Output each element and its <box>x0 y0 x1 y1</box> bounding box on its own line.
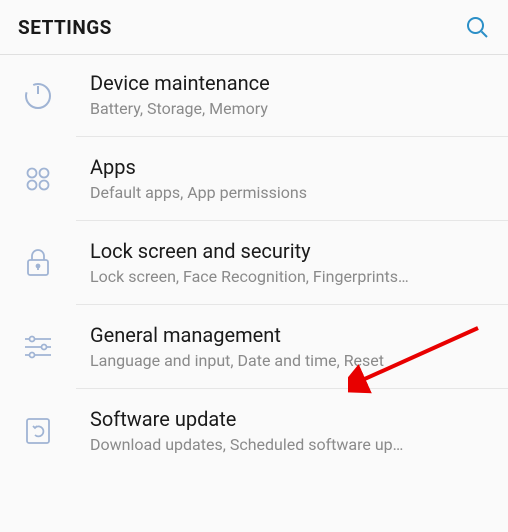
lock-icon <box>0 248 76 278</box>
item-content: General management Language and input, D… <box>76 305 508 389</box>
search-icon[interactable] <box>464 14 490 40</box>
item-content: Device maintenance Battery, Storage, Mem… <box>76 55 508 137</box>
list-item-lock-screen-security[interactable]: Lock screen and security Lock screen, Fa… <box>0 221 508 305</box>
item-subtitle: Download updates, Scheduled software up… <box>90 435 494 454</box>
item-title: Device maintenance <box>90 71 494 95</box>
item-title: General management <box>90 323 494 347</box>
item-title: Software update <box>90 407 494 431</box>
item-content: Lock screen and security Lock screen, Fa… <box>76 221 508 305</box>
list-item-device-maintenance[interactable]: Device maintenance Battery, Storage, Mem… <box>0 55 508 137</box>
item-title: Lock screen and security <box>90 239 494 263</box>
device-maintenance-icon <box>0 80 76 112</box>
item-title: Apps <box>90 155 494 179</box>
header: SETTINGS <box>0 0 508 55</box>
page-title: SETTINGS <box>18 16 112 39</box>
sliders-icon <box>0 333 76 361</box>
item-subtitle: Default apps, App permissions <box>90 183 494 202</box>
item-content: Apps Default apps, App permissions <box>76 137 508 221</box>
item-subtitle: Language and input, Date and time, Reset <box>90 351 494 370</box>
list-item-general-management[interactable]: General management Language and input, D… <box>0 305 508 389</box>
list-item-software-update[interactable]: Software update Download updates, Schedu… <box>0 389 508 472</box>
item-subtitle: Lock screen, Face Recognition, Fingerpri… <box>90 267 494 286</box>
list-item-apps[interactable]: Apps Default apps, App permissions <box>0 137 508 221</box>
item-content: Software update Download updates, Schedu… <box>76 389 508 472</box>
apps-icon <box>0 164 76 194</box>
software-update-icon <box>0 416 76 446</box>
settings-list: Device maintenance Battery, Storage, Mem… <box>0 55 508 472</box>
item-subtitle: Battery, Storage, Memory <box>90 99 494 118</box>
